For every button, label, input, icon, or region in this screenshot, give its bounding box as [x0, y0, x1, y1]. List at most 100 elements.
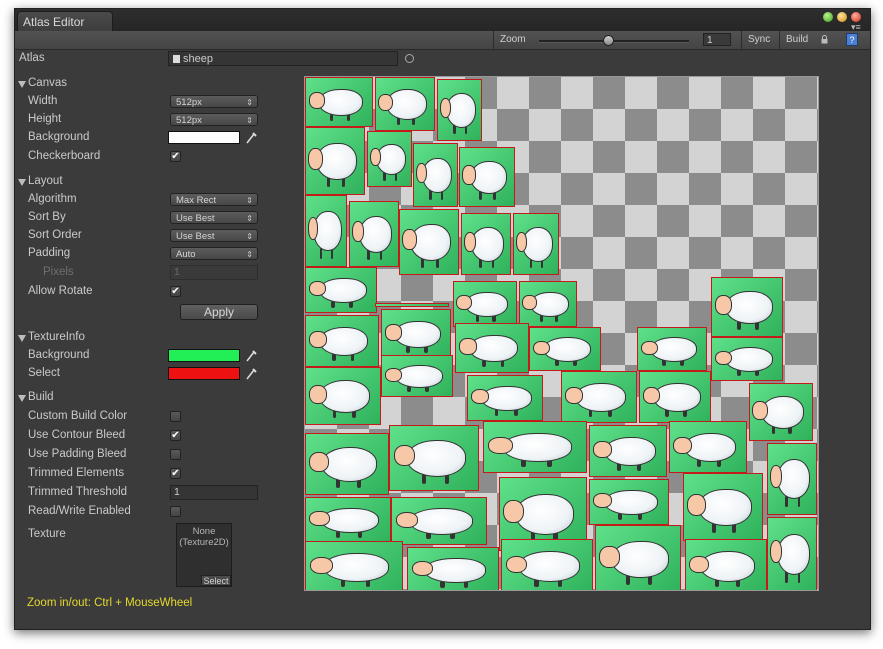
atlas-sprite[interactable]	[349, 201, 399, 267]
atlas-sprite[interactable]	[683, 473, 763, 541]
checkerboard-checkbox[interactable]: ✔	[170, 151, 181, 162]
atlas-sprite[interactable]	[639, 371, 711, 423]
algorithm-dropdown[interactable]: Max Rect ⇕	[170, 193, 258, 206]
width-dropdown[interactable]: 512px ⇕	[170, 95, 258, 108]
atlas-sprite[interactable]	[367, 131, 412, 187]
atlas-sprite[interactable]	[589, 425, 667, 477]
atlas-sprite[interactable]	[459, 147, 515, 207]
textureinfo-background-color[interactable]	[168, 349, 240, 362]
atlas-sprite[interactable]	[375, 303, 449, 307]
sheep-head	[769, 465, 783, 488]
atlas-sprite[interactable]	[381, 355, 453, 397]
layout-section-header[interactable]: Layout	[28, 175, 63, 187]
layout-foldout-icon[interactable]	[18, 179, 26, 186]
eyedropper-icon[interactable]	[245, 367, 257, 380]
updown-icon: ⇕	[246, 98, 253, 107]
help-icon[interactable]: ?	[846, 33, 858, 46]
atlas-sprite[interactable]	[669, 421, 747, 473]
read-write-checkbox[interactable]	[170, 506, 181, 517]
atlas-sprite[interactable]	[767, 443, 817, 515]
tab-atlas-editor[interactable]: Atlas Editor	[17, 11, 113, 31]
atlas-sprite[interactable]	[305, 127, 365, 195]
texture-select-button[interactable]: Select	[201, 575, 231, 586]
minimize-icon[interactable]	[837, 12, 847, 22]
atlas-sprite[interactable]	[767, 517, 817, 590]
build-foldout-icon[interactable]	[18, 395, 26, 402]
atlas-sprite[interactable]	[399, 209, 459, 275]
atlas-asset-field[interactable]: sheep	[168, 51, 398, 66]
close-icon[interactable]	[851, 12, 861, 22]
textureinfo-background-label: Background	[28, 349, 90, 361]
atlas-sprite[interactable]	[381, 309, 451, 359]
lock-icon[interactable]	[821, 35, 828, 44]
sheep-head	[369, 148, 382, 167]
atlas-sprite[interactable]	[529, 327, 601, 371]
atlas-sprite[interactable]	[391, 497, 487, 545]
zoom-slider-thumb[interactable]	[603, 35, 614, 46]
atlas-sprite[interactable]	[305, 267, 377, 313]
allow-rotate-checkbox[interactable]: ✔	[170, 286, 181, 297]
atlas-sprite[interactable]	[389, 425, 479, 491]
atlas-sprite[interactable]	[375, 77, 435, 131]
pixels-field: 1	[170, 265, 258, 280]
trimmed-elements-checkbox[interactable]: ✔	[170, 468, 181, 479]
atlas-sprite[interactable]	[561, 371, 637, 423]
atlas-sprite[interactable]	[711, 277, 783, 337]
atlas-preview-canvas[interactable]	[304, 76, 819, 591]
sort-order-dropdown[interactable]: Use Best ⇕	[170, 229, 258, 242]
atlas-sprite[interactable]	[407, 547, 499, 590]
atlas-sprite[interactable]	[305, 433, 389, 495]
atlas-sprite[interactable]	[749, 383, 813, 441]
atlas-sprite[interactable]	[305, 497, 391, 543]
trimmed-threshold-field[interactable]: 1	[170, 485, 258, 500]
canvas-foldout-icon[interactable]	[18, 81, 26, 88]
maximize-icon[interactable]	[823, 12, 833, 22]
eyedropper-icon[interactable]	[245, 131, 257, 144]
sort-by-dropdown[interactable]: Use Best ⇕	[170, 211, 258, 224]
atlas-sprite[interactable]	[461, 213, 511, 275]
eyedropper-icon[interactable]	[245, 349, 257, 362]
textureinfo-foldout-icon[interactable]	[18, 335, 26, 342]
atlas-sprite[interactable]	[305, 195, 347, 267]
textureinfo-section-header[interactable]: TextureInfo	[28, 331, 85, 343]
zoom-slider[interactable]	[539, 40, 689, 43]
atlas-sprite[interactable]	[453, 281, 517, 327]
atlas-sprite[interactable]	[305, 315, 379, 367]
atlas-sprite[interactable]	[483, 421, 587, 473]
atlas-sprite[interactable]	[455, 323, 529, 373]
atlas-sprite[interactable]	[467, 375, 543, 421]
atlas-sprite[interactable]	[711, 337, 783, 381]
window-menu-icon[interactable]: ▾≡	[851, 23, 861, 32]
atlas-sprite[interactable]	[413, 143, 458, 207]
build-section-header[interactable]: Build	[28, 391, 54, 403]
object-picker-icon[interactable]	[405, 54, 414, 63]
use-contour-bleed-label: Use Contour Bleed	[28, 429, 126, 441]
sheep-head	[309, 557, 333, 574]
atlas-sprite[interactable]	[305, 367, 381, 425]
texture-type-text: (Texture2D)	[179, 537, 229, 548]
atlas-sprite[interactable]	[305, 77, 373, 127]
apply-button[interactable]: Apply	[180, 304, 258, 320]
height-dropdown[interactable]: 512px ⇕	[170, 113, 258, 126]
use-padding-bleed-checkbox[interactable]	[170, 449, 181, 460]
atlas-sprite[interactable]	[589, 479, 669, 525]
select-color[interactable]	[168, 367, 240, 380]
atlas-sprite[interactable]	[501, 539, 593, 590]
padding-dropdown[interactable]: Auto ⇕	[170, 247, 258, 260]
sync-button[interactable]: Sync	[741, 31, 776, 49]
canvas-background-color[interactable]	[168, 131, 240, 144]
atlas-sprite[interactable]	[637, 327, 707, 371]
height-value: 512px	[176, 115, 202, 126]
custom-build-color-checkbox[interactable]	[170, 411, 181, 422]
atlas-sprite[interactable]	[685, 539, 767, 590]
build-button[interactable]: Build	[779, 31, 814, 49]
atlas-sprite[interactable]	[437, 79, 482, 141]
atlas-sprite[interactable]	[595, 525, 681, 590]
use-contour-bleed-checkbox[interactable]: ✔	[170, 430, 181, 441]
atlas-sprite[interactable]	[519, 281, 577, 327]
canvas-section-header[interactable]: Canvas	[28, 77, 67, 89]
texture-label: Texture	[28, 528, 66, 540]
atlas-sprite[interactable]	[513, 213, 559, 275]
atlas-sprite[interactable]	[305, 541, 403, 590]
zoom-value-field[interactable]: 1	[703, 33, 731, 46]
